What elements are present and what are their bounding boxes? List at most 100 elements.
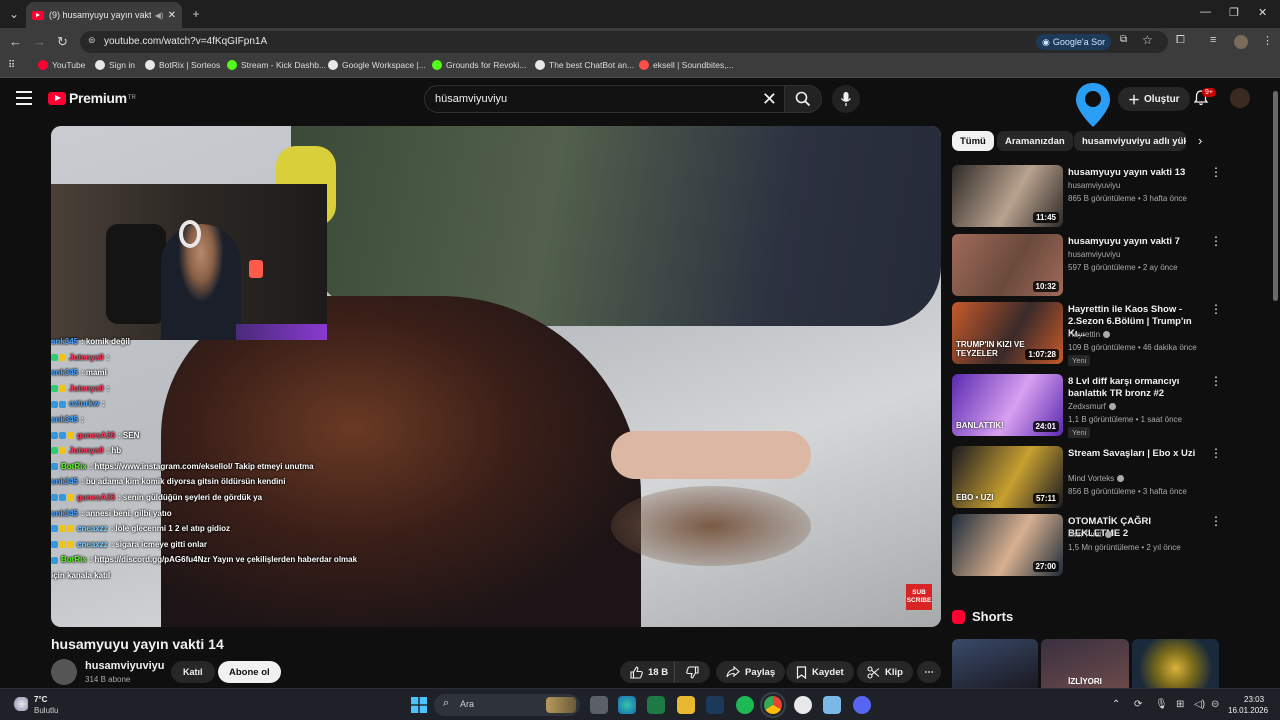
recommended-channel[interactable]: İlker Fırat xyxy=(1068,530,1112,539)
chips-next-icon[interactable]: › xyxy=(1198,133,1202,148)
close-window-icon[interactable]: ✕ xyxy=(1258,6,1267,19)
bookmark-item[interactable]: Stream - Kick Dashb... xyxy=(227,60,326,70)
clock-time[interactable]: 23:03 xyxy=(1244,695,1264,704)
voice-search-button[interactable] xyxy=(832,85,860,113)
recommended-video-title[interactable]: Stream Savaşları | Ebo x Uzi xyxy=(1068,448,1202,460)
subscribe-button[interactable]: Abone ol xyxy=(218,661,281,683)
search-button[interactable] xyxy=(784,85,822,113)
video-thumbnail[interactable]: TRUMP'IN KIZI VE TEYZELER 1:07:28 xyxy=(952,302,1063,364)
channel-name[interactable]: husamviyuviyu xyxy=(85,660,164,672)
profile-avatar[interactable] xyxy=(1234,35,1248,49)
spotify-icon[interactable] xyxy=(736,696,754,714)
search-field[interactable]: hüsamviyuviyu ✕ xyxy=(424,85,786,113)
share-button[interactable]: Paylaş xyxy=(716,661,786,683)
more-options-icon[interactable]: ⋮ xyxy=(1210,515,1222,527)
recommended-channel[interactable]: husamviyuviyu xyxy=(1068,181,1120,190)
recommended-video-title[interactable]: husamyuyu yayın vakti 7 xyxy=(1068,236,1202,248)
video-thumbnail[interactable]: 11:45 xyxy=(952,165,1063,227)
bookmark-item[interactable]: Sign in xyxy=(95,60,135,70)
dislike-button[interactable] xyxy=(674,661,710,683)
bookmark-item[interactable]: YouTube xyxy=(38,60,85,70)
tray-chevron-icon[interactable]: ⌃ xyxy=(1112,699,1120,710)
reading-list-icon[interactable]: ≡ xyxy=(1210,34,1216,46)
bookmark-item[interactable]: The best ChatBot an... xyxy=(535,60,634,70)
excel-icon[interactable] xyxy=(647,696,665,714)
video-thumbnail[interactable]: EBO • UZI 57:11 xyxy=(952,446,1063,508)
google-ask-button[interactable]: ◉ Google'a Sor xyxy=(1036,34,1112,50)
tray-volume-icon[interactable]: ◁) xyxy=(1194,699,1205,710)
url-text[interactable]: youtube.com/watch?v=4fKqGIFpn1A xyxy=(104,36,267,47)
new-tab-button[interactable]: + xyxy=(186,4,206,24)
video-thumbnail[interactable]: 27:00 xyxy=(952,514,1063,576)
clip-button[interactable]: Klip xyxy=(857,661,913,683)
recommended-channel[interactable]: Hayrettin xyxy=(1068,330,1111,339)
tray-network-icon[interactable]: ⊞ xyxy=(1176,699,1184,710)
recommended-video[interactable]: TRUMP'IN KIZI VE TEYZELER 1:07:28 Hayretti… xyxy=(952,302,1222,366)
recommended-video-title[interactable]: 8 Lvl diff karşı ormancıyı banlattık TR … xyxy=(1068,376,1202,400)
weather-temperature[interactable]: 7°C xyxy=(34,695,47,704)
more-options-icon[interactable]: ⋮ xyxy=(1210,303,1222,315)
video-player[interactable]: snk345: komik değil Jutenya0: snk345: mam… xyxy=(51,126,941,627)
tab-search-button[interactable]: ⌄ xyxy=(4,4,24,24)
bookmark-item[interactable]: Grounds for Revoki... xyxy=(432,60,526,70)
like-button[interactable]: 18 B xyxy=(620,661,677,683)
discord-icon[interactable] xyxy=(853,696,871,714)
install-icon[interactable]: ⧉ xyxy=(1120,34,1127,45)
recommended-video[interactable]: BANLATTIK! 24:01 8 Lvl diff karşı ormancıy… xyxy=(952,374,1222,438)
tray-app-icon[interactable]: ⟳ xyxy=(1134,699,1142,710)
more-options-icon[interactable]: ⋮ xyxy=(1210,166,1222,178)
extensions-icon[interactable]: ⧠ xyxy=(1176,34,1185,47)
taskbar-search[interactable]: ⌕ Ara xyxy=(434,694,580,716)
video-thumbnail[interactable]: BANLATTIK! 24:01 xyxy=(952,374,1063,436)
forward-icon[interactable]: → xyxy=(33,34,46,49)
back-icon[interactable]: ← xyxy=(9,34,22,49)
short-thumbnail[interactable] xyxy=(952,639,1038,688)
youtube-premium-logo[interactable]: Premium TR xyxy=(48,90,136,106)
page-scrollbar[interactable] xyxy=(1272,79,1280,688)
create-button[interactable]: ＋ Oluştur xyxy=(1118,87,1190,111)
obs-icon[interactable] xyxy=(794,696,812,714)
clock-date[interactable]: 16.01.2026 xyxy=(1228,706,1268,715)
chip-from-uploader[interactable]: husamviyuviyu adlı yükleyiciden xyxy=(1074,131,1186,151)
short-thumbnail[interactable]: İZLİYORI xyxy=(1041,639,1129,688)
recommended-video[interactable]: 27:00 OTOMATİK ÇAĞRI BEKLETME 2 İlker Fıra… xyxy=(952,514,1222,576)
tray-mic-icon[interactable]: 🎙 xyxy=(1155,699,1168,710)
chip-all[interactable]: Tümü xyxy=(952,131,994,151)
weather-description[interactable]: Bulutlu xyxy=(34,706,58,715)
more-actions-button[interactable]: ⋯ xyxy=(917,661,941,683)
audio-icon[interactable]: ◀) xyxy=(155,11,164,20)
bookmark-item[interactable]: BotRix | Sorteos xyxy=(145,60,220,70)
active-tab[interactable]: (9) husamyuyu yayın vakti ◀) ✕ xyxy=(26,2,182,28)
edge-icon[interactable] xyxy=(618,696,636,714)
reload-icon[interactable]: ↻ xyxy=(57,34,68,50)
app-icon[interactable] xyxy=(823,696,841,714)
short-thumbnail[interactable] xyxy=(1132,639,1219,688)
minimize-icon[interactable]: — xyxy=(1200,6,1211,18)
save-button[interactable]: Kaydet xyxy=(786,661,854,683)
bookmark-item[interactable]: Google Workspace |... xyxy=(328,60,426,70)
channel-avatar[interactable] xyxy=(51,659,77,685)
apps-grid-icon[interactable]: ⠿ xyxy=(8,60,15,71)
more-options-icon[interactable]: ⋮ xyxy=(1210,375,1222,387)
more-options-icon[interactable]: ⋮ xyxy=(1210,235,1222,247)
video-thumbnail[interactable]: 10:32 xyxy=(952,234,1063,296)
address-bar[interactable]: ⊜ youtube.com/watch?v=4fKqGIFpn1A ◉ Goog… xyxy=(80,31,1168,53)
file-explorer-icon[interactable] xyxy=(677,696,695,714)
hamburger-menu-icon[interactable] xyxy=(16,91,32,105)
chrome-icon[interactable] xyxy=(760,692,786,718)
site-info-icon[interactable]: ⊜ xyxy=(88,35,96,46)
tab-close-icon[interactable]: ✕ xyxy=(168,10,176,21)
browser-menu-icon[interactable]: ⋮ xyxy=(1262,34,1273,47)
chip-from-search[interactable]: Aramanızdan xyxy=(997,131,1073,151)
search-input[interactable]: hüsamviyuviyu xyxy=(435,93,507,105)
weather-icon[interactable] xyxy=(12,697,28,711)
more-options-icon[interactable]: ⋮ xyxy=(1210,447,1222,459)
recommended-channel[interactable]: Zedxsmurf xyxy=(1068,402,1116,411)
join-button[interactable]: Katıl xyxy=(171,661,215,683)
bookmark-star-icon[interactable]: ☆ xyxy=(1142,33,1153,47)
windows-start-icon[interactable] xyxy=(411,697,427,713)
recommended-video[interactable]: 10:32 husamyuyu yayın vakti 7 husamviyuviy… xyxy=(952,234,1222,296)
recommended-channel[interactable]: Mind Vorteks xyxy=(1068,474,1125,483)
recommended-video-title[interactable]: husamyuyu yayın vakti 13 xyxy=(1068,167,1202,179)
recommended-video[interactable]: 11:45 husamyuyu yayın vakti 13 husamviyuvi… xyxy=(952,165,1222,227)
